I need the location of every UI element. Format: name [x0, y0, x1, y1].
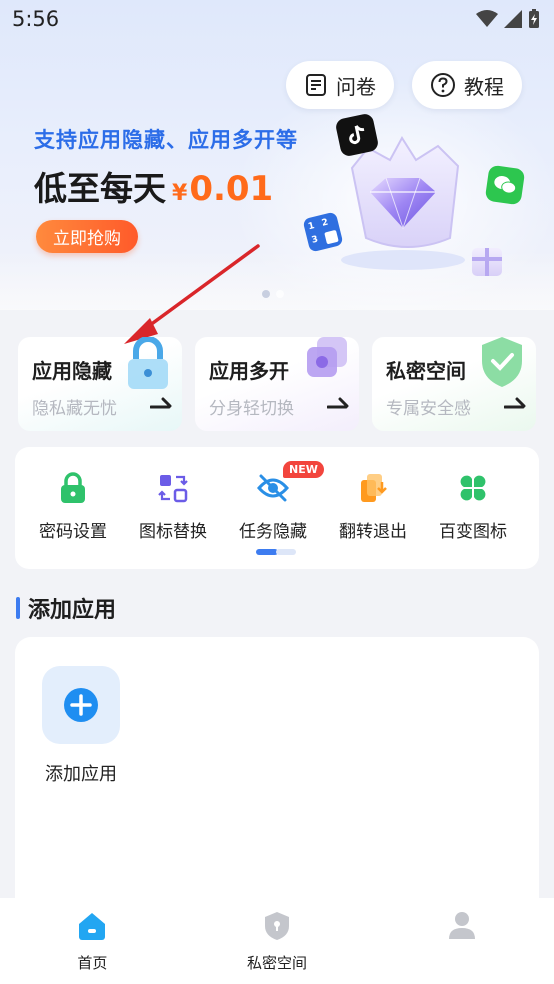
swap-icon — [156, 471, 190, 505]
status-time: 5:56 — [12, 7, 60, 31]
buy-now-button[interactable]: 立即抢购 — [36, 220, 138, 253]
tools-panel: 密码设置 图标替换 NEW 任务隐藏 翻转退出 百变图标 — [15, 447, 539, 569]
shield-icon — [265, 912, 289, 940]
tool-password-settings[interactable]: 密码设置 — [21, 471, 125, 542]
new-badge: NEW — [283, 461, 324, 478]
signal-icon — [504, 10, 522, 28]
tool-flip-exit[interactable]: 翻转退出 — [321, 471, 425, 542]
tool-task-hide[interactable]: NEW 任务隐藏 — [221, 461, 325, 542]
survey-label: 问卷 — [336, 74, 376, 99]
bottom-nav: 首页 私密空间 — [0, 898, 554, 984]
wifi-icon — [476, 10, 498, 27]
add-circle-icon — [64, 688, 98, 722]
banner-subtitle: 支持应用隐藏、应用多开等 — [34, 128, 298, 152]
apps-panel: 添加应用 — [15, 637, 539, 907]
tutorial-label: 教程 — [464, 74, 504, 99]
gift-icon — [472, 248, 502, 276]
lock-icon — [56, 471, 90, 505]
feature-card-private-space[interactable]: 私密空间 专属安全感 — [372, 337, 536, 431]
tool-label: 任务隐藏 — [239, 522, 307, 542]
tutorial-button[interactable]: 教程 — [412, 61, 522, 109]
nav-private-space[interactable]: 私密空间 — [185, 898, 370, 984]
survey-icon — [306, 74, 326, 96]
tool-icon-replace[interactable]: 图标替换 — [121, 471, 225, 542]
tool-label: 翻转退出 — [339, 522, 407, 542]
help-icon — [431, 73, 455, 97]
tiktok-app-icon — [334, 112, 380, 158]
feature-card-app-clone[interactable]: 应用多开 分身轻切换 — [195, 337, 359, 431]
add-app-button[interactable]: 添加应用 — [42, 666, 120, 786]
carousel-dot — [276, 290, 284, 298]
nav-profile[interactable] — [369, 898, 554, 984]
nav-label: 首页 — [77, 954, 108, 972]
banner-headline: 低至每天 ¥ 0.01 — [34, 162, 273, 210]
profile-icon — [448, 912, 475, 939]
feature-card-app-hide[interactable]: 应用隐藏 隐私藏无忧 — [18, 337, 182, 431]
banner-headline-text: 低至每天 — [34, 169, 166, 208]
carousel-dot — [262, 290, 270, 298]
section-title-text: 添加应用 — [28, 598, 117, 623]
clover-icon — [456, 471, 490, 505]
add-app-label: 添加应用 — [45, 764, 117, 785]
feature-card-title: 应用隐藏 — [32, 359, 112, 383]
price-value: 0.01 — [189, 169, 274, 209]
wechat-app-icon — [484, 164, 526, 206]
flip-exit-icon — [356, 471, 390, 505]
nav-label: 私密空间 — [247, 954, 308, 972]
tool-label: 密码设置 — [39, 522, 107, 542]
arrow-right-icon — [504, 397, 526, 409]
arrow-right-icon — [327, 397, 349, 409]
tool-label: 图标替换 — [139, 522, 207, 542]
home-icon — [79, 913, 106, 940]
nav-home[interactable]: 首页 — [0, 898, 185, 984]
survey-button[interactable]: 问卷 — [286, 61, 394, 109]
tool-variable-icons[interactable]: 百变图标 — [421, 471, 525, 542]
status-bar: 5:56 — [0, 0, 554, 38]
arrow-right-icon — [150, 397, 172, 409]
tool-label: 百变图标 — [439, 522, 507, 542]
hero-banner[interactable]: 123 — [0, 0, 554, 315]
carousel-indicator — [262, 290, 284, 298]
feature-card-title: 应用多开 — [209, 359, 289, 383]
price-currency: ¥ — [172, 181, 188, 206]
battery-charging-icon — [529, 9, 539, 28]
feature-card-title: 私密空间 — [386, 359, 466, 383]
app-screen: 123 5:56 问卷 教程 支持应用隐藏、应用多开等 低至每天 ¥ 0.01 … — [0, 0, 554, 984]
section-title-add-apps: 添加应用 — [16, 592, 116, 624]
tools-page-indicator — [256, 549, 296, 555]
